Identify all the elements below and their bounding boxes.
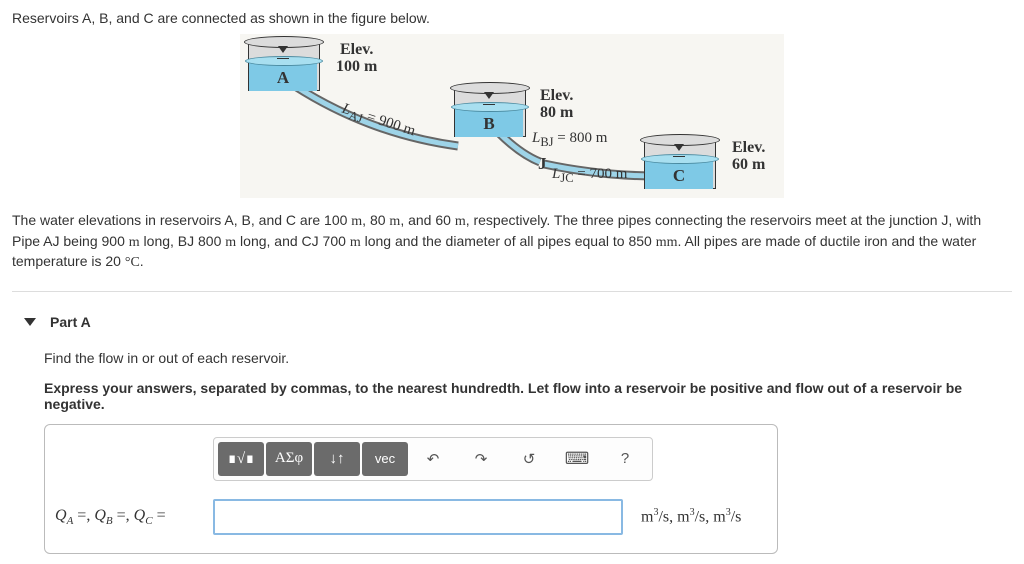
caret-down-icon — [24, 318, 36, 326]
pipe-bj-label: LBJ = 800 m — [532, 130, 607, 150]
tank-a: A — [248, 38, 318, 92]
junction-label: J — [538, 154, 547, 174]
elev-b-label: Elev. — [540, 87, 573, 104]
elev-c-value: 60 m — [732, 156, 765, 173]
figure-container: A Elev. 100 m B Elev. 80 m C Elev. 60 m — [12, 34, 1012, 201]
part-a-title: Part A — [50, 314, 91, 330]
figure: A Elev. 100 m B Elev. 80 m C Elev. 60 m — [240, 34, 784, 198]
help-button[interactable]: ? — [602, 442, 648, 476]
subsup-button[interactable]: ↓↑ — [314, 442, 360, 476]
greek-button[interactable]: ΑΣφ — [266, 442, 312, 476]
vec-button[interactable]: vec — [362, 442, 408, 476]
part-a-header[interactable]: Part A — [12, 292, 1012, 344]
pipe-jc-label: LJC = 700 m — [552, 166, 627, 186]
answer-input[interactable] — [213, 499, 623, 535]
description-text: The water elevations in reservoirs A, B,… — [12, 211, 1012, 273]
elev-c-label: Elev. — [732, 139, 765, 156]
tank-b: B — [454, 84, 524, 138]
part-a-instr2: Express your answers, separated by comma… — [44, 380, 1012, 412]
elev-a-value: 100 m — [336, 58, 377, 75]
part-a-body: Find the flow in or out of each reservoi… — [12, 350, 1012, 554]
equation-toolbar: ∎√∎ ΑΣφ ↓↑ vec ↶ ↷ ↺ ⌨ ? — [213, 437, 653, 481]
answer-units: m3/s, m3/s, m3/s — [641, 507, 741, 526]
elev-a: Elev. 100 m — [336, 42, 377, 76]
templates-button[interactable]: ∎√∎ — [218, 442, 264, 476]
elev-a-label: Elev. — [340, 41, 373, 58]
tank-c: C — [644, 136, 714, 190]
answer-variable-label: QA =, QB =, QC = — [55, 507, 213, 527]
intro-text: Reservoirs A, B, and C are connected as … — [12, 10, 1012, 26]
elev-b: Elev. 80 m — [540, 88, 573, 122]
elev-b-value: 80 m — [540, 104, 573, 121]
elev-c: Elev. 60 m — [732, 140, 765, 174]
tank-a-label: A — [248, 68, 318, 88]
undo-button[interactable]: ↶ — [410, 442, 456, 476]
tank-b-label: B — [454, 114, 524, 134]
reset-button[interactable]: ↺ — [506, 442, 552, 476]
answer-box: ∎√∎ ΑΣφ ↓↑ vec ↶ ↷ ↺ ⌨ ? QA =, QB =, QC … — [44, 424, 778, 554]
redo-button[interactable]: ↷ — [458, 442, 504, 476]
keyboard-button[interactable]: ⌨ — [554, 442, 600, 476]
part-a-instr1: Find the flow in or out of each reservoi… — [44, 350, 1012, 366]
tank-c-label: C — [644, 166, 714, 186]
